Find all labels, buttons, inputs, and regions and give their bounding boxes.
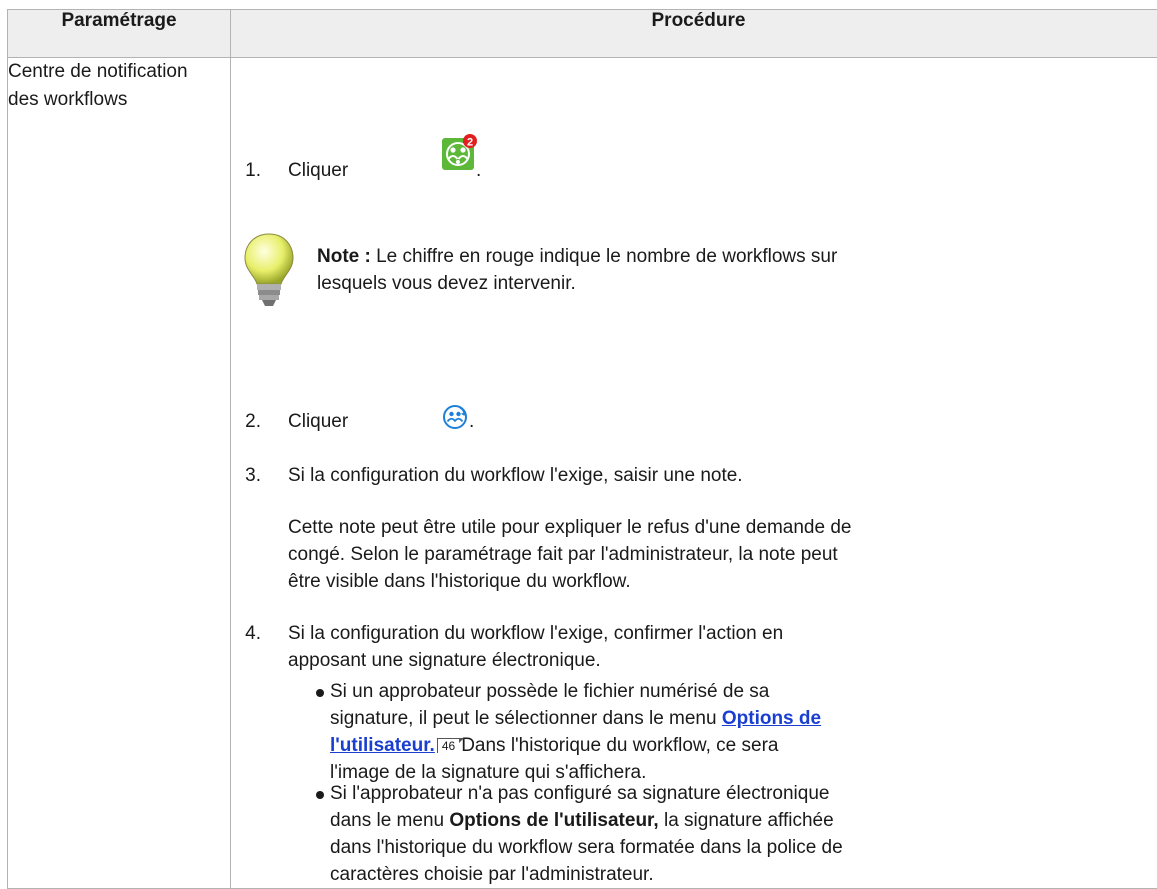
bullet-2-line-2-pre: dans le menu — [330, 810, 444, 831]
bullet-2-line-1: Si l'approbateur n'a pas configuré sa si… — [330, 780, 1150, 807]
procedure-cell: 1. Cliquer 2 . — [231, 58, 1157, 889]
step-3-paragraph: Cette note peut être utile pour explique… — [288, 514, 1148, 595]
step-3-paragraph-line-3: être visible dans l'historique du workfl… — [288, 568, 1148, 595]
bullet-1-line-1: Si un approbateur possède le fichier num… — [330, 678, 1150, 705]
bullet-1-line-3-text: Dans l'historique du workflow, ce sera — [461, 735, 778, 756]
column-header-setting: Paramétrage — [8, 10, 231, 58]
bullet-1-line-3: l'utilisateur.46Dans l'historique du wor… — [330, 732, 1150, 759]
step-3-number: 3. — [231, 462, 261, 489]
step-4-number: 4. — [231, 620, 261, 647]
bullet-2-marker — [316, 791, 324, 799]
bullet-1-line-2-text: signature, il peut le sélectionner dans … — [330, 708, 717, 729]
bullet-2-line-3: dans l'historique du workflow sera forma… — [330, 834, 1150, 861]
note-line-1: Note : Le chiffre en rouge indique le no… — [317, 243, 877, 270]
step-1-text: Cliquer — [288, 157, 348, 184]
step-3-paragraph-line-1: Cette note peut être utile pour explique… — [288, 514, 1148, 541]
step-4-text: Si la configuration du workflow l'exige,… — [288, 620, 1148, 674]
bullet-2-line-4: caractères choisie par l'administrateur. — [330, 861, 1150, 888]
options-utilisateur-bold: Options de l'utilisateur, — [449, 810, 658, 831]
note-label: Note : — [317, 246, 371, 267]
step-2-number: 2. — [231, 408, 261, 435]
step-4-line-2: apposant une signature électronique. — [288, 647, 1148, 674]
options-utilisateur-link-part1[interactable]: Options de — [722, 708, 821, 729]
step-2-text: Cliquer — [288, 408, 348, 435]
step-3-text: Si la configuration du workflow l'exige,… — [288, 462, 743, 489]
step-1-period: . — [476, 157, 481, 184]
note-text-1: Le chiffre en rouge indique le nombre de… — [376, 246, 837, 267]
column-header-procedure: Procédure — [231, 10, 1157, 58]
bullet-2-line-2: dans le menu Options de l'utilisateur, l… — [330, 807, 1150, 834]
procedure-table: Paramétrage Procédure Centre de notifica… — [7, 9, 1157, 889]
note-line-2: lesquels vous devez intervenir. — [317, 270, 877, 297]
options-utilisateur-link-part2[interactable]: l'utilisateur. — [330, 735, 435, 756]
setting-name-line1: Centre de notification — [8, 58, 230, 86]
workflow-reject-icon — [443, 405, 467, 429]
lightbulb-icon — [243, 232, 295, 308]
step-4-line-1: Si la configuration du workflow l'exige,… — [288, 620, 1148, 647]
bullet-1: Si un approbateur possède le fichier num… — [330, 678, 1150, 786]
bullet-1-marker — [316, 689, 324, 697]
bullet-1-line-2: signature, il peut le sélectionner dans … — [330, 705, 1150, 732]
step-2-period: . — [469, 408, 474, 435]
step-3-paragraph-line-2: congé. Selon le paramétrage fait par l'a… — [288, 541, 1148, 568]
bullet-2-line-2-post: la signature affichée — [664, 810, 834, 831]
workflow-notification-icon: 2 — [442, 134, 478, 170]
setting-cell: Centre de notification des workflows — [8, 58, 231, 889]
page-reference-badge[interactable]: 46 — [437, 738, 459, 753]
step-1-number: 1. — [231, 157, 261, 184]
setting-name-line2: des workflows — [8, 86, 230, 114]
note-block: Note : Le chiffre en rouge indique le no… — [317, 243, 877, 297]
notification-badge-count: 2 — [467, 137, 473, 149]
bullet-2: Si l'approbateur n'a pas configuré sa si… — [330, 780, 1150, 888]
